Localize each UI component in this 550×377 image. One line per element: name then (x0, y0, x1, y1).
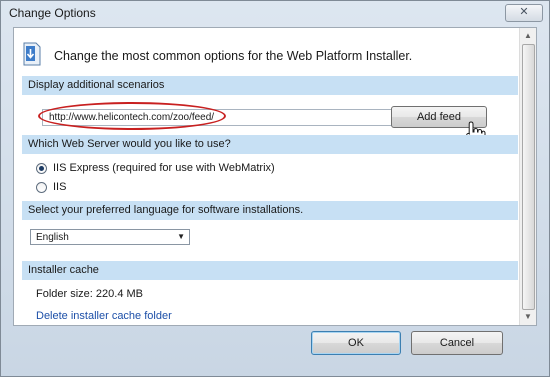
radio-button-checked[interactable] (36, 163, 47, 174)
scroll-down-icon[interactable]: ▼ (522, 311, 534, 323)
section-web-server: Which Web Server would you like to use? (22, 135, 518, 154)
section-label: Select your preferred language for softw… (28, 204, 304, 216)
scroll-up-icon[interactable]: ▲ (522, 30, 534, 42)
cancel-button[interactable]: Cancel (411, 331, 503, 355)
section-display-scenarios: Display additional scenarios (22, 76, 518, 95)
close-icon: ✕ (519, 6, 529, 18)
section-installer-cache: Installer cache (22, 261, 518, 280)
language-select[interactable]: English ▼ (30, 229, 190, 245)
radio-label: IIS (53, 181, 67, 193)
chevron-down-icon: ▼ (177, 232, 185, 241)
folder-size-text: Folder size: 220.4 MB (36, 288, 143, 300)
options-panel: Change the most common options for the W… (13, 27, 537, 326)
scrollbar-thumb[interactable] (522, 44, 535, 310)
radio-button[interactable] (36, 182, 47, 193)
ok-button[interactable]: OK (311, 331, 401, 355)
window-title: Change Options (9, 6, 96, 20)
vertical-scrollbar[interactable]: ▲ ▼ (519, 28, 536, 325)
change-options-dialog: Change Options ✕ Change the most common … (0, 0, 550, 377)
section-label: Which Web Server would you like to use? (28, 138, 231, 150)
web-platform-installer-icon (23, 42, 41, 66)
language-select-value: English (36, 232, 69, 243)
section-label: Installer cache (28, 264, 99, 276)
delete-cache-link[interactable]: Delete installer cache folder (36, 310, 172, 322)
radio-label: IIS Express (required for use with WebMa… (53, 162, 275, 174)
section-label: Display additional scenarios (28, 79, 165, 91)
close-button[interactable]: ✕ (505, 4, 543, 22)
feed-url-input[interactable] (42, 109, 392, 126)
section-language: Select your preferred language for softw… (22, 201, 518, 220)
header-description: Change the most common options for the W… (54, 49, 413, 63)
title-bar[interactable]: Change Options ✕ (1, 1, 549, 27)
